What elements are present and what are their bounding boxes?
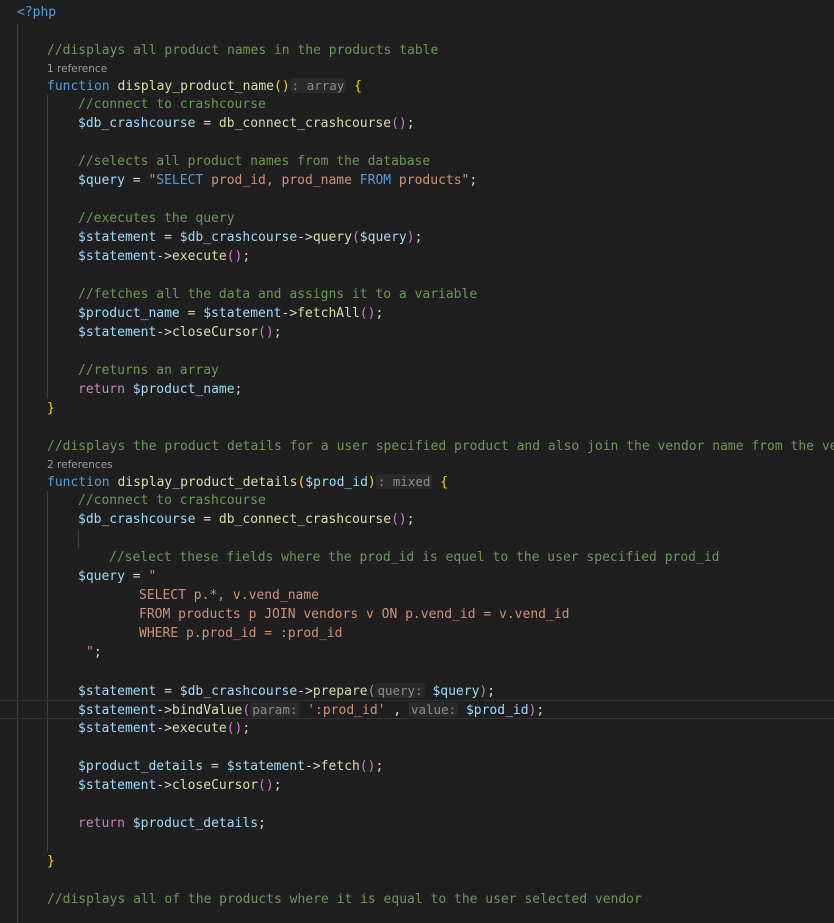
code-line: //connect to crashcourse (0, 95, 834, 114)
function-call[interactable]: db_connect_crashcourse (219, 512, 391, 527)
indent-guide (78, 529, 79, 548)
method-call[interactable]: bindValue (172, 703, 242, 718)
variable: $db_crashcourse (78, 116, 196, 131)
code-line: WHERE p.prod_id = :prod_id (139, 626, 343, 641)
function-name[interactable]: display_product_details (117, 475, 297, 490)
code-line: $db_crashcourse = db_connect_crashcourse… (78, 116, 415, 131)
comment: //displays all of the products where it … (47, 892, 642, 907)
code-line: //displays all product names in the prod… (0, 41, 834, 60)
method-call[interactable]: prepare (313, 684, 368, 699)
code-line: return $product_name; (78, 382, 243, 397)
method-call[interactable]: closeCursor (172, 325, 258, 340)
code-line: $statement->execute(); (78, 721, 251, 736)
function-name[interactable]: display_product_name (117, 79, 274, 94)
comment: //connect to crashcourse (78, 493, 266, 508)
inlay-hint-param: query: (375, 683, 425, 698)
code-line: return $product_details; (78, 816, 266, 831)
comment: //displays the product details for a use… (47, 439, 834, 454)
method-call[interactable]: fetch (321, 759, 360, 774)
code-line: "; (86, 645, 102, 660)
php-open-tag: <?php (17, 5, 57, 20)
code-line: $statement->closeCursor(); (78, 778, 282, 793)
code-line: //displays all of the products where it … (0, 890, 834, 909)
code-line: //displays the product details for a use… (0, 437, 834, 456)
comment: //executes the query (78, 211, 235, 226)
indent-guide (47, 491, 48, 852)
code-line: $statement = $db_crashcourse->query($que… (78, 230, 423, 245)
code-line: //selects all product names from the dat… (0, 152, 834, 171)
keyword-function: function (47, 79, 110, 94)
code-line: <?php (0, 3, 834, 22)
inlay-hint-return-type: : array (289, 78, 347, 93)
code-line: FROM products p JOIN vendors v ON p.vend… (139, 607, 570, 622)
inlay-hint-param: value: (408, 702, 459, 717)
inlay-hint-param: param: (250, 702, 300, 717)
code-line: function display_product_details($prod_i… (47, 474, 449, 490)
code-line: //connect to crashcourse (0, 491, 834, 510)
method-call[interactable]: execute (172, 249, 227, 264)
code-line: $db_crashcourse = db_connect_crashcourse… (78, 512, 415, 527)
code-line: $query = "SELECT prod_id, prod_name FROM… (78, 173, 478, 188)
variable: $query (78, 173, 125, 188)
code-line: //select these fields where the prod_id … (0, 548, 834, 567)
code-line: $statement = $db_crashcourse->prepare(qu… (78, 683, 496, 699)
method-call[interactable]: execute (172, 721, 227, 736)
method-call[interactable]: query (313, 230, 352, 245)
keyword-return: return (78, 816, 125, 831)
keyword-return: return (78, 382, 125, 397)
code-line: } (47, 401, 55, 416)
code-line: function display_product_name(): array { (47, 78, 362, 94)
comment: //fetches all the data and assigns it to… (78, 287, 478, 302)
codelens-references[interactable]: 2 references (47, 458, 113, 473)
code-line: $statement->bindValue(param: ':prod_id' … (78, 702, 545, 718)
code-line: SELECT p.*, v.vend_name (139, 588, 320, 603)
code-line: //executes the query (0, 209, 834, 228)
code-line: //returns an array (0, 361, 834, 380)
comment: //returns an array (78, 363, 219, 378)
code-line: $statement->closeCursor(); (78, 325, 282, 340)
code-line: $product_name = $statement->fetchAll(); (78, 306, 384, 321)
comment: //selects all product names from the dat… (78, 154, 431, 169)
comment: //select these fields where the prod_id … (109, 550, 720, 565)
method-call[interactable]: closeCursor (172, 778, 258, 793)
function-call[interactable]: db_connect_crashcourse (219, 116, 391, 131)
method-call[interactable]: fetchAll (297, 306, 360, 321)
codelens-references[interactable]: 1 reference (47, 62, 107, 77)
code-line: } (47, 854, 55, 869)
code-line: $query = " (78, 569, 157, 584)
inlay-hint-return-type: : mixed (375, 474, 433, 489)
code-line: $statement->execute(); (78, 249, 251, 264)
code-line: //fetches all the data and assigns it to… (0, 285, 834, 304)
comment: //connect to crashcourse (78, 97, 266, 112)
comment: //displays all product names in the prod… (47, 43, 439, 58)
code-line: $product_details = $statement->fetch(); (78, 759, 384, 774)
code-editor[interactable]: <?php //displays all product names in th… (0, 0, 834, 923)
